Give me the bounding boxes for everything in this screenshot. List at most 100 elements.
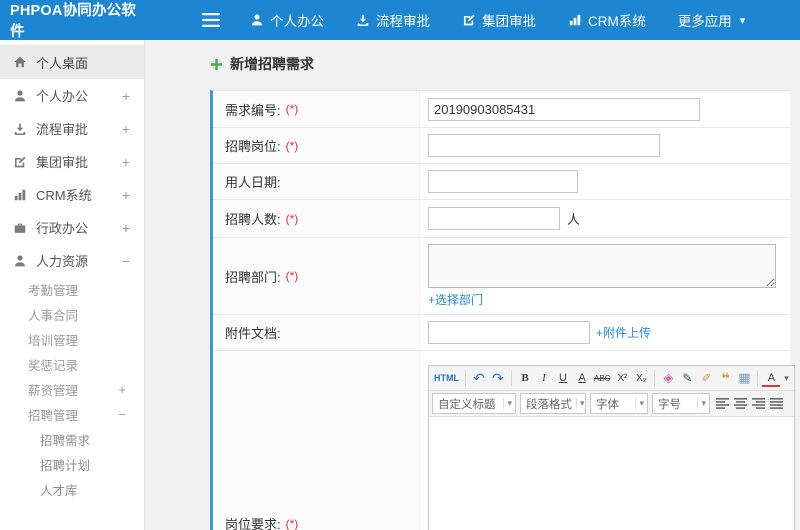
font-size-dropdown[interactable]: 字号 ▾	[652, 393, 710, 414]
redo-icon[interactable]: ↷	[489, 368, 507, 388]
html-source-button[interactable]: HTML	[432, 368, 461, 388]
required-mark: (*)	[285, 516, 299, 530]
edit-icon	[462, 13, 476, 27]
bold-button[interactable]: B	[516, 368, 534, 388]
count-input[interactable]	[428, 207, 560, 230]
req-no-input[interactable]	[428, 97, 700, 121]
editor-content-area[interactable]	[429, 417, 795, 530]
form-row-position: 招聘岗位: (*)	[213, 128, 790, 164]
sidebar-subitem-salary-mgmt[interactable]: 薪资管理 +	[0, 377, 144, 402]
nav-item-group-approval[interactable]: 集团审批	[462, 10, 536, 30]
field-label: 用人日期:	[213, 164, 420, 199]
expand-toggle[interactable]: +	[122, 154, 130, 170]
sidebar-subitem-attendance-mgmt[interactable]: 考勤管理	[0, 277, 144, 302]
dropdown-label: 字号	[658, 398, 681, 411]
table-icon[interactable]: ▦	[735, 368, 753, 388]
expand-toggle[interactable]: +	[122, 220, 130, 236]
top-header: PHPOA协同办公软件 个人办公 流程审批 集团审批 CRM系统 更多应用 ▾	[0, 0, 800, 40]
sidebar: 个人桌面 个人办公 + 流程审批 + 集团审批 + CRM系统 + 行政办公 +	[0, 40, 145, 530]
collapse-toggle[interactable]: −	[118, 407, 126, 422]
undo-icon[interactable]: ↶	[470, 368, 488, 388]
collapse-toggle[interactable]: −	[122, 253, 130, 269]
sidebar-subitem-recruit-plan[interactable]: 招聘计划	[0, 452, 144, 477]
align-left-icon[interactable]	[714, 395, 731, 413]
sidebar-subitem-recruit-demand[interactable]: 招聘需求	[0, 427, 144, 452]
sidebar-subitem-training-mgmt[interactable]: 培训管理	[0, 327, 144, 352]
font-style-button[interactable]: A	[573, 368, 591, 388]
nav-item-workflow-approval[interactable]: 流程审批	[356, 10, 430, 30]
pencil-icon[interactable]: ✎	[678, 368, 696, 388]
custom-heading-dropdown[interactable]: 自定义标题 ▾	[432, 393, 516, 414]
select-dept-link[interactable]: +选择部门	[428, 291, 483, 308]
field-label: 招聘人数: (*)	[213, 200, 420, 237]
sidebar-item-label: 行政办公	[36, 221, 89, 236]
subscript-button[interactable]: X₂	[632, 368, 650, 388]
form-row-date: 用人日期:	[213, 164, 790, 200]
sidebar-item-workflow-approval[interactable]: 流程审批 +	[0, 112, 144, 145]
chevron-down-icon[interactable]: ▾	[781, 368, 791, 388]
expand-toggle[interactable]: +	[122, 88, 130, 104]
sidebar-subitem-label: 培训管理	[28, 334, 79, 348]
person-icon	[250, 13, 264, 27]
nav-item-more-apps[interactable]: 更多应用 ▾	[678, 10, 746, 30]
person-icon	[13, 89, 27, 103]
required-mark: (*)	[285, 102, 299, 116]
sidebar-item-admin-office[interactable]: 行政办公 +	[0, 211, 144, 244]
form-row-req-no: 需求编号: (*)	[213, 91, 790, 128]
sidebar-subitem-label: 招聘管理	[28, 409, 79, 423]
align-justify-icon[interactable]	[768, 395, 785, 413]
chevron-down-icon: ▾	[576, 398, 585, 409]
chevron-down-icon: ▾	[697, 398, 706, 409]
dept-textarea[interactable]	[428, 244, 776, 288]
hamburger-menu-button[interactable]	[202, 13, 220, 27]
sidebar-subitem-recruit-mgmt[interactable]: 招聘管理 −	[0, 402, 144, 427]
chevron-down-icon: ▾	[635, 398, 644, 409]
chevron-down-icon: ▾	[739, 14, 746, 27]
sidebar-item-group-approval[interactable]: 集团审批 +	[0, 145, 144, 178]
format-brush-icon[interactable]: ✐	[697, 368, 715, 388]
nav-item-personal-office[interactable]: 个人办公	[250, 10, 324, 30]
attachment-input[interactable]	[428, 321, 590, 344]
sidebar-subitem-hr-contract[interactable]: 人事合同	[0, 302, 144, 327]
label-text: 岗位要求:	[225, 517, 281, 530]
field-label: 招聘部门: (*)	[213, 238, 420, 314]
sidebar-item-label: 人力资源	[36, 254, 89, 269]
underline-button[interactable]: U	[554, 368, 572, 388]
sidebar-item-human-resources[interactable]: 人力资源 −	[0, 244, 144, 277]
label-text: 用人日期:	[225, 175, 281, 190]
superscript-button[interactable]: X²	[613, 368, 631, 388]
sidebar-subitem-reward-punishment[interactable]: 奖惩记录	[0, 352, 144, 377]
toolbar-separator	[465, 370, 466, 386]
expand-toggle[interactable]: +	[122, 121, 130, 137]
sidebar-subitem-label: 人才库	[40, 484, 78, 498]
label-text: 招聘岗位:	[225, 139, 281, 154]
position-input[interactable]	[428, 134, 660, 157]
align-right-icon[interactable]	[750, 395, 767, 413]
plus-icon	[210, 58, 223, 71]
field-value: 人	[420, 200, 790, 237]
align-center-icon[interactable]	[732, 395, 749, 413]
eraser-icon[interactable]: ◈	[659, 368, 677, 388]
field-value: HTML ↶ ↷ B I U A ABC X² X₂ ◈ ✎ ✐ ❝ ▦ A ▾…	[420, 351, 799, 530]
nav-item-crm-system[interactable]: CRM系统	[568, 10, 646, 30]
app-logo: PHPOA协同办公软件	[10, 3, 137, 40]
date-input[interactable]	[428, 170, 578, 193]
attachment-upload-link[interactable]: +附件上传	[596, 324, 651, 341]
italic-button[interactable]: I	[535, 368, 553, 388]
field-label: 岗位要求: (*)	[213, 351, 420, 530]
sidebar-item-crm-system[interactable]: CRM系统 +	[0, 178, 144, 211]
blockquote-icon[interactable]: ❝	[716, 368, 734, 388]
field-value: +选择部门	[420, 238, 790, 314]
sidebar-subitem-talent-pool[interactable]: 人才库	[0, 477, 144, 502]
paragraph-format-dropdown[interactable]: 段落格式 ▾	[520, 393, 586, 414]
field-value	[420, 128, 790, 163]
font-color-button[interactable]: A	[762, 370, 781, 387]
sidebar-item-personal-desktop[interactable]: 个人桌面	[0, 45, 144, 79]
page-title-text: 新增招聘需求	[230, 56, 314, 72]
field-value	[420, 164, 790, 199]
expand-toggle[interactable]: +	[122, 187, 130, 203]
strikethrough-button[interactable]: ABC	[592, 368, 612, 388]
sidebar-item-personal-office[interactable]: 个人办公 +	[0, 79, 144, 112]
expand-toggle[interactable]: +	[118, 382, 126, 397]
font-family-dropdown[interactable]: 字体 ▾	[590, 393, 648, 414]
